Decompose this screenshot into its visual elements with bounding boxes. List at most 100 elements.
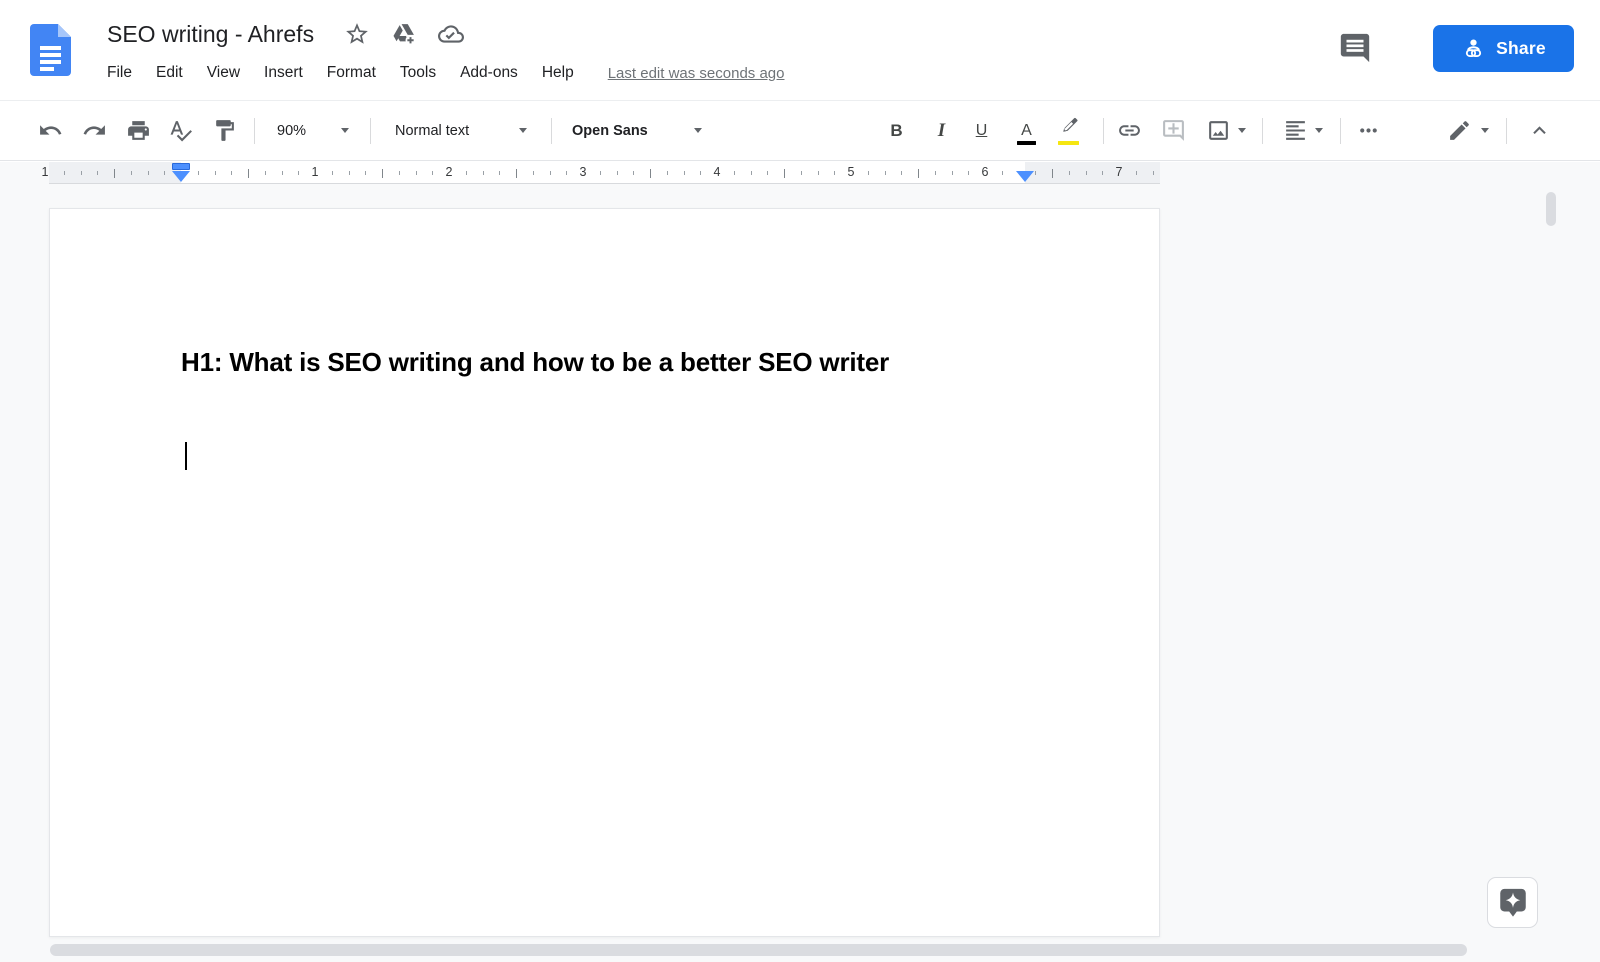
zoom-select[interactable]: 90% — [277, 101, 306, 160]
menu-view[interactable]: View — [195, 60, 252, 86]
header: SEO writing - Ahrefs File — [0, 0, 1600, 100]
ruler-tick — [248, 169, 249, 178]
document-title[interactable]: SEO writing - Ahrefs — [107, 21, 314, 48]
ruler-tick — [734, 171, 735, 175]
ruler-tick — [148, 171, 149, 175]
ruler-tick — [349, 171, 350, 175]
ruler-tick — [215, 171, 216, 175]
paint-format-icon[interactable] — [212, 118, 237, 143]
last-edit-status[interactable]: Last edit was seconds ago — [608, 65, 785, 82]
menu-bar: File Edit View Insert Format Tools Add-o… — [95, 60, 784, 86]
image-dropdown-arrow-icon[interactable] — [1238, 128, 1246, 133]
ruler-tick — [918, 169, 919, 178]
ruler-tick — [633, 171, 634, 175]
italic-button[interactable]: I — [929, 118, 954, 143]
ruler[interactable]: 1 1 2 3 4 5 6 7 — [0, 162, 1600, 184]
ruler-tick — [700, 171, 701, 175]
ruler-tick — [550, 171, 551, 175]
ruler-tick — [901, 171, 902, 175]
bold-button[interactable]: B — [884, 118, 909, 143]
mode-dropdown-arrow-icon[interactable] — [1481, 128, 1489, 133]
explore-button[interactable] — [1487, 877, 1538, 928]
ruler-number: 6 — [982, 165, 989, 179]
menu-format[interactable]: Format — [315, 60, 388, 86]
toolbar-divider — [1103, 118, 1104, 144]
ruler-tick — [97, 171, 98, 175]
share-link-icon — [1461, 36, 1486, 61]
document-canvas: H1: What is SEO writing and how to be a … — [0, 184, 1600, 962]
insert-image-icon[interactable] — [1206, 118, 1231, 143]
left-indent-marker[interactable] — [172, 171, 190, 182]
paragraph-style-select[interactable]: Normal text — [395, 101, 469, 160]
redo-icon[interactable] — [82, 118, 107, 143]
ruler-tick — [818, 171, 819, 175]
ruler-tick — [1069, 171, 1070, 175]
toolbar-divider — [551, 118, 552, 144]
ruler-tick — [952, 171, 953, 175]
undo-icon[interactable] — [38, 118, 63, 143]
font-select[interactable]: Open Sans — [572, 101, 648, 160]
ruler-tick — [1052, 169, 1053, 178]
ruler-tick — [617, 171, 618, 175]
ruler-tick — [684, 171, 685, 175]
ruler-tick — [365, 171, 366, 175]
ruler-number: 1 — [42, 165, 49, 179]
menu-help[interactable]: Help — [530, 60, 586, 86]
horizontal-scrollbar-thumb[interactable] — [50, 944, 1467, 956]
insert-link-icon[interactable] — [1117, 118, 1142, 143]
share-button-label: Share — [1496, 38, 1546, 59]
ruler-tick — [265, 171, 266, 175]
google-docs-app: SEO writing - Ahrefs File — [0, 0, 1600, 962]
zoom-dropdown-arrow-icon[interactable] — [341, 128, 349, 133]
docs-logo-icon[interactable] — [30, 24, 71, 76]
ruler-tick — [935, 171, 936, 175]
align-dropdown-arrow-icon[interactable] — [1315, 128, 1323, 133]
right-indent-marker[interactable] — [1016, 171, 1034, 182]
first-line-indent-marker[interactable] — [172, 163, 190, 170]
highlight-color-swatch — [1058, 141, 1079, 145]
align-left-icon[interactable] — [1283, 118, 1308, 143]
toolbar-divider — [1340, 118, 1341, 144]
ruler-tick — [416, 171, 417, 175]
document-heading[interactable]: H1: What is SEO writing and how to be a … — [181, 343, 1031, 381]
menu-insert[interactable]: Insert — [252, 60, 315, 86]
ruler-tick — [784, 169, 785, 178]
underline-button[interactable]: U — [969, 118, 994, 143]
print-icon[interactable] — [126, 118, 151, 143]
collapse-toolbar-icon[interactable] — [1527, 118, 1552, 143]
text-color-swatch — [1017, 141, 1036, 145]
ruler-number: 3 — [580, 165, 587, 179]
ruler-tick — [968, 171, 969, 175]
star-icon[interactable] — [344, 21, 370, 47]
more-options-icon[interactable] — [1356, 118, 1381, 143]
menu-tools[interactable]: Tools — [388, 60, 448, 86]
title-row: SEO writing - Ahrefs — [107, 16, 464, 52]
share-button[interactable]: Share — [1433, 25, 1574, 72]
menu-addons[interactable]: Add-ons — [448, 60, 530, 86]
text-color-button[interactable]: A — [1014, 118, 1039, 143]
ruler-tick — [483, 171, 484, 175]
font-dropdown-arrow-icon[interactable] — [694, 128, 702, 133]
style-dropdown-arrow-icon[interactable] — [519, 128, 527, 133]
vertical-scrollbar-thumb[interactable] — [1546, 192, 1556, 226]
menu-file[interactable]: File — [95, 60, 144, 86]
menu-edit[interactable]: Edit — [144, 60, 195, 86]
ruler-tick — [231, 171, 232, 175]
document-page[interactable]: H1: What is SEO writing and how to be a … — [49, 208, 1160, 937]
toolbar-divider — [370, 118, 371, 144]
text-cursor — [185, 442, 187, 470]
open-comment-history-button[interactable] — [1338, 31, 1372, 67]
explore-sparkle-icon — [1496, 886, 1530, 920]
move-to-drive-icon[interactable] — [391, 21, 417, 47]
ruler-tick — [432, 171, 433, 175]
ruler-tick — [767, 171, 768, 175]
ruler-tick — [466, 171, 467, 175]
editing-mode-pencil-icon[interactable] — [1447, 118, 1472, 143]
toolbar-divider — [1506, 118, 1507, 144]
toolbar-divider — [1262, 118, 1263, 144]
spellcheck-icon[interactable] — [168, 118, 193, 143]
cloud-saved-icon[interactable] — [438, 21, 464, 47]
highlight-color-icon[interactable] — [1058, 115, 1081, 138]
ruler-tick — [1153, 171, 1154, 175]
add-comment-icon[interactable] — [1161, 118, 1186, 143]
